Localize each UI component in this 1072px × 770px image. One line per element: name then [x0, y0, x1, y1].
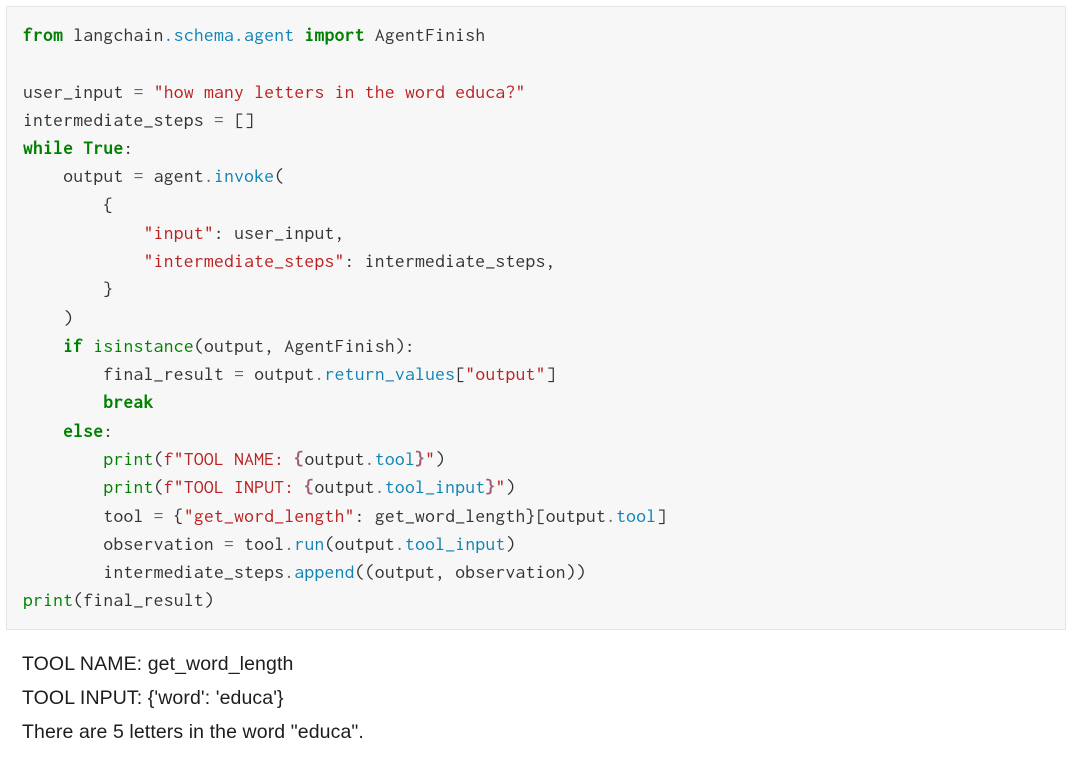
var-output: output [63, 165, 123, 186]
keyword-import: import [304, 24, 364, 45]
var-final-result: final_result [103, 363, 224, 384]
output-line-tool-name: TOOL NAME: get_word_length [22, 648, 1050, 681]
keyword-while: while [23, 137, 73, 158]
module-schema: schema [174, 24, 234, 45]
string-user-input: "how many letters in the word educa?" [154, 81, 526, 102]
var-user-input: user_input [23, 81, 124, 102]
attr-return-values: return_values [325, 363, 456, 384]
module-agent: agent [244, 24, 294, 45]
builtin-print3: print [23, 589, 73, 610]
builtin-print2: print [103, 476, 153, 497]
builtin-isinstance: isinstance [93, 335, 194, 356]
class-agentfinish: AgentFinish [375, 24, 486, 45]
var-observation: observation [103, 533, 214, 554]
output-line-tool-input: TOOL INPUT: {'word': 'educa'} [22, 682, 1050, 715]
keyword-if: if [63, 335, 83, 356]
method-invoke: invoke [214, 165, 274, 186]
method-run: run [294, 533, 324, 554]
builtin-print1: print [103, 448, 153, 469]
var-tool: tool [103, 505, 143, 526]
module-langchain: langchain [73, 24, 163, 45]
dict-key-input: "input" [144, 222, 214, 243]
keyword-from: from [23, 24, 63, 45]
code-block: from langchain.schema.agent import Agent… [6, 6, 1066, 630]
output-line-result: There are 5 letters in the word "educa". [22, 716, 1050, 749]
output-block: TOOL NAME: get_word_length TOOL INPUT: {… [0, 630, 1072, 749]
method-append: append [294, 561, 354, 582]
string-get-word-length: "get_word_length" [184, 505, 355, 526]
keyword-else: else [63, 420, 103, 441]
var-intermediate-steps: intermediate_steps [23, 109, 204, 130]
keyword-break: break [103, 391, 153, 412]
keyword-true: True [83, 137, 123, 158]
dict-key-intermediate-steps: "intermediate_steps" [144, 250, 345, 271]
